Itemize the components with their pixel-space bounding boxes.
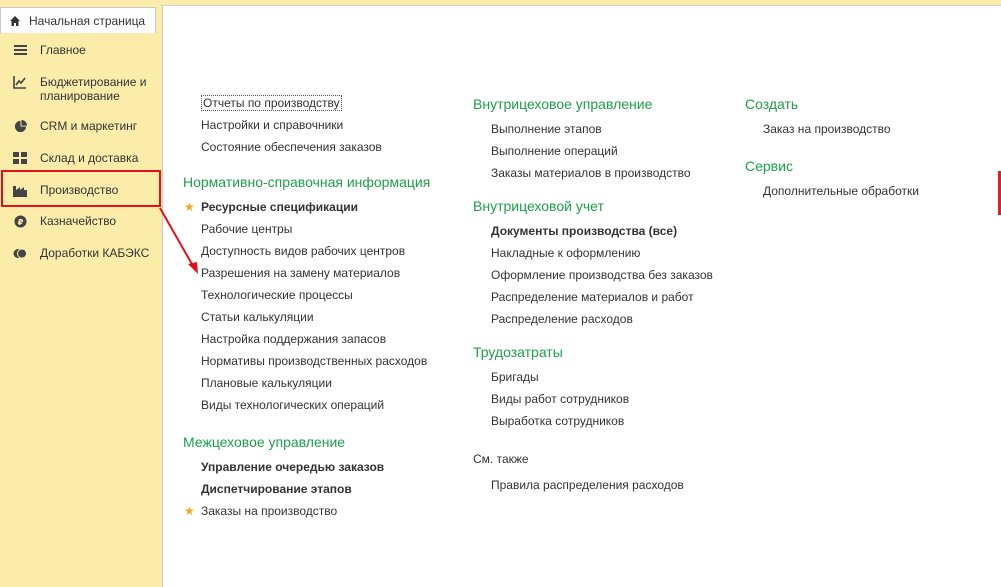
svg-text:₽: ₽ [17,216,23,226]
sidebar-item-label: Казначейство [40,214,117,228]
sidebar-item-label: Главное [40,43,86,57]
section-title-service: Сервис [745,158,793,174]
link-resource-specs[interactable]: ★ Ресурсные спецификации [183,198,463,220]
link-production-docs[interactable]: Документы производства (все) [473,222,733,244]
link-employee-output[interactable]: Выработка сотрудников [473,412,733,434]
link-settings-directories[interactable]: Настройки и справочники [183,116,463,138]
sidebar-item-kabex[interactable]: Доработки КАБЭКС [0,246,160,260]
star-icon: ★ [184,504,195,518]
home-tab-label: Начальная страница [29,13,146,28]
link-stage-execution[interactable]: Выполнение этапов [473,120,733,142]
sidebar-item-label: Склад и доставка [40,151,139,165]
link-additional-processing[interactable]: Дополнительные обработки [745,182,965,204]
pie-chart-icon [12,119,28,133]
link-cost-distribution-rules[interactable]: Правила распределения расходов [473,476,733,498]
star-icon: ★ [184,200,195,214]
link-cost-distribution[interactable]: Распределение расходов [473,310,733,332]
link-work-center-availability[interactable]: Доступность видов рабочих центров [183,242,463,264]
menu-icon [12,43,28,57]
coin-icon: ₽ [12,214,28,228]
link-production-orders[interactable]: ★ Заказы на производство [183,502,463,524]
column-3: Создать Заказ на производство Сервис Доп… [745,94,965,204]
column-1: Отчеты по производству Настройки и справ… [183,94,463,524]
sidebar-item-crm[interactable]: CRM и маркетинг [0,119,160,133]
production-highlight-box [1,170,161,207]
warehouse-icon [12,151,28,165]
sidebar-item-treasury[interactable]: ₽ Казначейство [0,214,160,228]
main-panel: Отчеты по производству Настройки и справ… [162,5,1001,587]
link-label: Отчеты по производству [201,95,342,111]
link-order-queue[interactable]: Управление очередью заказов [183,458,463,480]
link-work-centers[interactable]: Рабочие центры [183,220,463,242]
link-operation-execution[interactable]: Выполнение операций [473,142,733,164]
link-tech-processes[interactable]: Технологические процессы [183,286,463,308]
column-2: Внутрицеховое управление Выполнение этап… [473,94,733,498]
link-material-replacement[interactable]: Разрешения на замену материалов [183,264,463,286]
link-brigades[interactable]: Бригады [473,368,733,390]
sidebar-item-main[interactable]: Главное [0,43,160,57]
sidebar-item-budgeting[interactable]: Бюджетирование и планирование [0,75,160,103]
link-material-distribution[interactable]: Распределение материалов и работ [473,288,733,310]
link-stage-dispatch[interactable]: Диспетчирование этапов [183,480,463,502]
sidebar-item-warehouse[interactable]: Склад и доставка [0,151,160,165]
home-icon [10,15,20,26]
section-title-intra-mgmt: Внутрицеховое управление [473,96,653,112]
budget-chart-icon [12,75,28,89]
see-also-title: См. также [473,452,529,466]
link-employee-work-types[interactable]: Виды работ сотрудников [473,390,733,412]
link-planned-calculations[interactable]: Плановые калькуляции [183,374,463,396]
sidebar-item-label: Бюджетирование и планирование [40,75,147,103]
home-tab[interactable]: Начальная страница [0,7,156,33]
link-stock-settings[interactable]: Настройка поддержания запасов [183,330,463,352]
link-production-no-orders[interactable]: Оформление производства без заказов [473,266,733,288]
sidebar: Начальная страница Главное Бюджетировани… [0,5,160,587]
link-production-norms[interactable]: Нормативы производственных расходов [183,352,463,374]
link-material-orders[interactable]: Заказы материалов в производство [473,164,733,186]
link-tech-operation-types[interactable]: Виды технологических операций [183,396,463,418]
link-order-supply-status[interactable]: Состояние обеспечения заказов [183,138,463,160]
section-title-intra-acc: Внутрицеховой учет [473,198,604,214]
link-label: Заказы на производство [201,504,338,518]
link-cost-items[interactable]: Статьи калькуляции [183,308,463,330]
sidebar-item-label: Доработки КАБЭКС [40,246,150,260]
link-production-reports[interactable]: Отчеты по производству [183,94,463,116]
link-create-production-order[interactable]: Заказ на производство [745,120,965,142]
section-title-inter: Межцеховое управление [183,434,346,450]
sidebar-item-label: CRM и маркетинг [40,119,138,133]
section-title-create: Создать [745,96,799,112]
section-title-labor: Трудозатраты [473,344,563,360]
link-label: Ресурсные спецификации [201,200,358,214]
link-invoices-pending[interactable]: Накладные к оформлению [473,244,733,266]
coins-icon [12,246,28,260]
section-title-nsi: Нормативно-справочная информация [183,174,431,190]
